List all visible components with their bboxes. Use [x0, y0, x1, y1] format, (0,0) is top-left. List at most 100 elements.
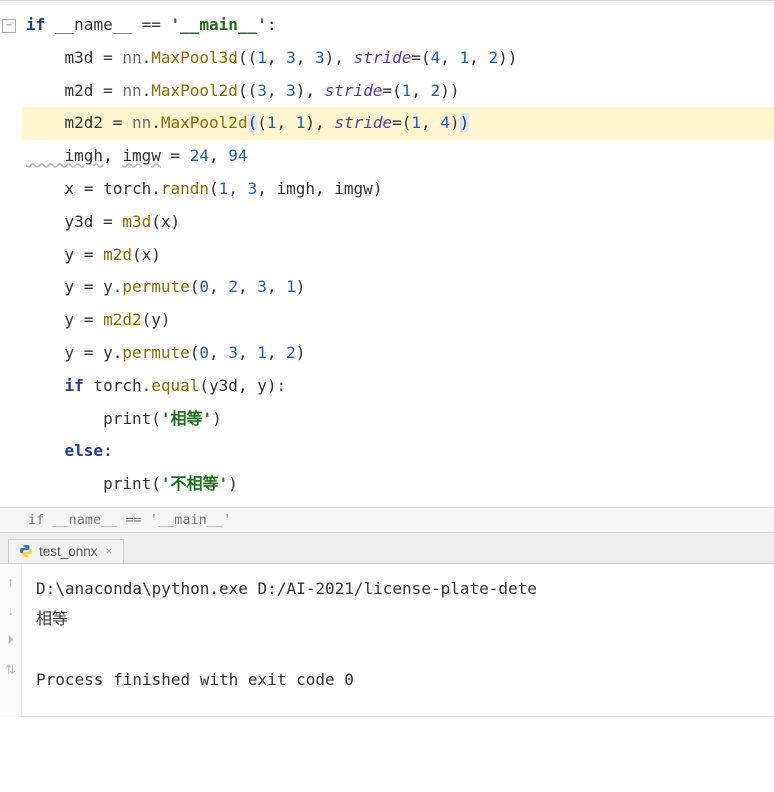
punct: ),: [325, 48, 354, 67]
punct: ,: [267, 343, 286, 362]
code-line[interactable]: m3d = nn.MaxPool3d((1, 3, 3), stride=(4,…: [22, 42, 774, 75]
code-line[interactable]: if torch.equal(y3d, y):: [22, 370, 774, 403]
paren: ((: [238, 81, 257, 100]
paren: )): [498, 48, 517, 67]
console-command: D:\anaconda\python.exe D:/AI-2021/licens…: [36, 579, 537, 598]
code-line[interactable]: imgh, imgw = 24, 94: [22, 140, 774, 173]
paren: (y): [142, 310, 171, 329]
code-editor[interactable]: − if __name__ == '__main__': m3d = nn.Ma…: [0, 0, 774, 507]
code-line-highlighted[interactable]: m2d2 = nn.MaxPool2d((1, 1), stride=(1, 4…: [22, 107, 774, 140]
punct: ,: [228, 179, 247, 198]
paren: (: [190, 343, 200, 362]
keyword-else: else: [65, 441, 104, 460]
number: 1: [460, 48, 470, 67]
number: 1: [411, 113, 421, 132]
console-output[interactable]: D:\anaconda\python.exe D:/AI-2021/licens…: [22, 564, 774, 717]
paren: (y3d, y):: [199, 376, 286, 395]
text: torch.: [84, 376, 151, 395]
number: 3: [257, 81, 267, 100]
paren: )): [440, 81, 459, 100]
code-line[interactable]: y = y.permute(0, 2, 3, 1): [22, 271, 774, 304]
arrow-up-icon[interactable]: ↑: [7, 574, 14, 589]
text: print(: [26, 409, 161, 428]
keyword-if: if: [26, 15, 55, 34]
paren: ): [296, 277, 306, 296]
identifier: imgw: [122, 146, 161, 165]
paren: ((: [238, 48, 257, 67]
punct: .: [151, 113, 161, 132]
text: m3d =: [26, 48, 122, 67]
code-line[interactable]: print('相等'): [22, 403, 774, 436]
code-line[interactable]: else:: [22, 435, 774, 468]
text: y =: [26, 245, 103, 264]
number: 4: [440, 113, 450, 132]
close-icon[interactable]: ×: [104, 544, 113, 558]
call: MaxPool2d: [151, 81, 238, 100]
swap-icon[interactable]: ⇅: [5, 662, 16, 678]
text: y = y.: [26, 343, 122, 362]
string-literal: '相等': [161, 409, 212, 428]
number: 2: [286, 343, 296, 362]
text: m2d2 =: [26, 113, 132, 132]
breadcrumb[interactable]: if __name__ == '__main__': [0, 507, 774, 533]
paren: ): [296, 343, 306, 362]
call: MaxPool3d: [151, 48, 238, 67]
module: nn: [132, 113, 151, 132]
punct: =(: [411, 48, 430, 67]
paren: (: [190, 277, 200, 296]
number: 1: [257, 343, 267, 362]
code-area[interactable]: if __name__ == '__main__': m3d = nn.MaxP…: [22, 9, 774, 501]
punct: .: [142, 81, 152, 100]
punct: ,: [103, 146, 122, 165]
code-line[interactable]: y = m2d(x): [22, 239, 774, 272]
code-line[interactable]: y = m2d2(y): [22, 304, 774, 337]
param-name: stride: [325, 81, 383, 100]
code-line[interactable]: x = torch.randn(1, 3, imgh, imgw): [22, 173, 774, 206]
paren: (x): [132, 245, 161, 264]
arrow-down-icon[interactable]: ↓: [7, 603, 14, 618]
code-line[interactable]: print('不相等'): [22, 468, 774, 501]
text: y =: [26, 310, 103, 329]
punct: =(: [392, 113, 411, 132]
number: 1: [257, 48, 267, 67]
code-line[interactable]: m2d = nn.MaxPool2d((3, 3), stride=(1, 2)…: [22, 75, 774, 108]
number: 1: [267, 113, 277, 132]
text: x = torch.: [26, 179, 161, 198]
console-gutter: ↑ ↓ ⏵ ⇅: [0, 564, 22, 717]
number: 1: [219, 179, 229, 198]
code-line[interactable]: y3d = m3d(x): [22, 206, 774, 239]
module: nn: [122, 48, 141, 67]
number: 3: [257, 277, 267, 296]
console-tab-label: test_onnx: [39, 544, 98, 559]
punct: ,: [209, 277, 228, 296]
punct: ,: [296, 48, 315, 67]
string-literal: '不相等': [161, 474, 228, 493]
number: 0: [199, 343, 209, 362]
punct: ,: [238, 277, 257, 296]
text: print(: [26, 474, 161, 493]
number: 3: [228, 343, 238, 362]
call: m2d2: [103, 310, 142, 329]
punct: .: [142, 48, 152, 67]
console-tab[interactable]: test_onnx ×: [8, 539, 124, 563]
code-line[interactable]: if __name__ == '__main__':: [22, 9, 774, 42]
code-line[interactable]: y = y.permute(0, 3, 1, 2): [22, 337, 774, 370]
text: [26, 376, 65, 395]
number: 3: [315, 48, 325, 67]
console-line: Process finished with exit code 0: [36, 670, 354, 689]
number: 2: [431, 81, 441, 100]
number: 1: [296, 113, 306, 132]
punct: ),: [296, 81, 325, 100]
param-name: stride: [354, 48, 412, 67]
punct: :: [267, 15, 277, 34]
console: ↑ ↓ ⏵ ⇅ D:\anaconda\python.exe D:/AI-202…: [0, 564, 774, 717]
number: 2: [488, 48, 498, 67]
text: [26, 441, 65, 460]
fold-icon[interactable]: −: [2, 19, 16, 33]
play-icon[interactable]: ⏵: [7, 632, 14, 648]
paren-match: (: [248, 113, 258, 132]
call: m2d: [103, 245, 132, 264]
call: randn: [161, 179, 209, 198]
number: 2: [228, 277, 238, 296]
paren-match: ): [460, 113, 470, 132]
